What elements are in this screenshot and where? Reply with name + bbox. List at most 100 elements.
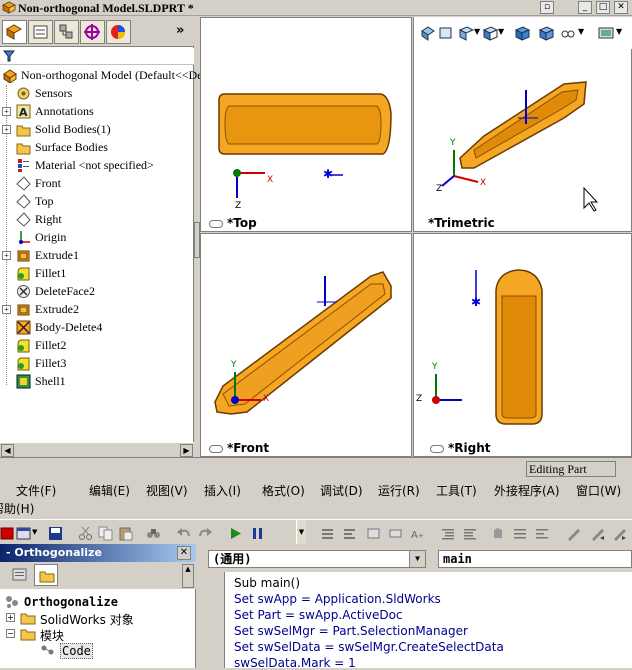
view-code-icon[interactable] xyxy=(12,567,28,583)
cut-icon[interactable] xyxy=(78,526,93,541)
hide-show-items-icon[interactable] xyxy=(560,25,576,41)
find-icon[interactable] xyxy=(146,526,161,541)
expand-icon[interactable]: + xyxy=(2,251,11,260)
tab-property-manager[interactable] xyxy=(28,20,53,44)
svg-text:+: + xyxy=(418,532,424,540)
dropdown-arrow-icon[interactable]: ▼ xyxy=(409,551,425,567)
list-properties-icon[interactable] xyxy=(320,526,335,541)
tree-item-label: Fillet2 xyxy=(35,338,67,352)
display-style-icon[interactable] xyxy=(514,25,530,41)
redo-icon[interactable] xyxy=(198,526,213,541)
tree-item-label: Material <not specified> xyxy=(35,158,154,172)
viewport-trimetric[interactable]: Y X Z *Trimetric xyxy=(413,17,632,232)
outdent-icon[interactable] xyxy=(462,526,477,541)
menu-item-4[interactable]: 格式(O) xyxy=(262,482,305,499)
feature-manager-panel: » Non-orthogonal Model (Default<<De Senso… xyxy=(0,17,203,457)
insert-userform-icon[interactable] xyxy=(16,526,31,541)
fillet-icon xyxy=(17,267,30,281)
extrude-icon xyxy=(17,250,30,262)
tree-item-label: Annotations xyxy=(35,104,94,118)
filter-icon[interactable] xyxy=(3,50,15,62)
more-tabs-button[interactable]: » xyxy=(176,23,184,38)
viewport-right[interactable]: ✱ Y Z *Right xyxy=(413,233,632,457)
menu-item-0[interactable]: 文件(F) xyxy=(16,482,56,499)
viewport-front[interactable]: Y X *Front xyxy=(200,233,412,457)
viewport-top[interactable]: ✱ X Z *Top xyxy=(200,17,412,232)
comment-block-icon[interactable] xyxy=(512,526,527,541)
tab-configuration-manager[interactable] xyxy=(54,20,79,44)
dropdown-arrow-icon[interactable]: ▼ xyxy=(616,27,622,36)
module-code-label: Code xyxy=(60,643,93,659)
shell-icon xyxy=(16,374,31,389)
copy-icon[interactable] xyxy=(98,526,113,541)
restore-down-button[interactable]: ▫ xyxy=(540,1,554,14)
section-view-icon[interactable] xyxy=(458,25,474,41)
undo-icon[interactable] xyxy=(176,526,191,541)
menu-item-3[interactable]: 插入(I) xyxy=(204,482,241,499)
object-combo[interactable]: (通用) ▼ xyxy=(208,550,426,568)
menu-item-9[interactable]: 窗口(W) xyxy=(576,482,621,499)
sensor-icon xyxy=(17,87,30,100)
feature-tree: Non-orthogonal Model (Default<<De Sensors… xyxy=(0,67,203,442)
menu-item-7[interactable]: 工具(T) xyxy=(436,482,477,499)
tab-feature-tree[interactable] xyxy=(2,20,27,44)
quick-info-icon[interactable] xyxy=(366,526,381,541)
previous-bookmark-icon[interactable] xyxy=(612,526,627,541)
solidworks-objects-label: SolidWorks 对象 xyxy=(40,613,134,627)
paste-icon[interactable] xyxy=(118,526,133,541)
appearance-icon[interactable] xyxy=(598,25,614,41)
status-mode: Editing Part xyxy=(526,461,616,477)
toggle-bookmark-icon[interactable] xyxy=(566,526,581,541)
maximize-button[interactable]: □ xyxy=(596,1,610,14)
save-icon[interactable] xyxy=(48,526,63,541)
procedure-combo[interactable]: main xyxy=(438,550,632,568)
collapse-icon[interactable]: − xyxy=(6,629,15,638)
uncomment-block-icon[interactable] xyxy=(534,526,549,541)
scroll-left-icon[interactable]: ◀ xyxy=(1,444,14,457)
previous-view-icon[interactable] xyxy=(438,25,454,41)
expand-icon[interactable]: + xyxy=(2,107,11,116)
code-line: Set Part = swApp.ActiveDoc xyxy=(234,608,403,622)
toolbar-chevron-icon[interactable]: ▼ xyxy=(296,520,306,546)
expand-icon[interactable]: + xyxy=(2,305,11,314)
tab-dimxpert-manager[interactable] xyxy=(80,20,105,44)
menu-item-10[interactable]: 帮助(H) xyxy=(0,500,34,517)
menu-item-2[interactable]: 视图(V) xyxy=(146,482,188,499)
next-bookmark-icon[interactable] xyxy=(590,526,605,541)
list-constants-icon[interactable] xyxy=(342,526,357,541)
parameter-info-icon[interactable] xyxy=(388,526,403,541)
top-view-model: ✱ xyxy=(218,93,392,198)
complete-word-icon[interactable]: A + xyxy=(410,526,425,541)
menu-item-5[interactable]: 调试(D) xyxy=(320,482,363,499)
menu-item-6[interactable]: 运行(R) xyxy=(378,482,420,499)
close-icon[interactable]: ✕ xyxy=(177,546,191,560)
view-solidworks-icon[interactable] xyxy=(0,526,15,541)
shaded-icon[interactable] xyxy=(538,25,554,41)
svg-text:A: A xyxy=(19,106,28,119)
axis-z-label: Z xyxy=(436,184,443,194)
run-icon[interactable] xyxy=(228,526,243,541)
menu-item-1[interactable]: 编辑(E) xyxy=(89,482,130,499)
toggle-breakpoint-icon[interactable] xyxy=(490,526,505,541)
zoom-to-fit-icon[interactable] xyxy=(420,25,436,41)
minimize-button[interactable]: _ xyxy=(578,1,592,14)
indent-icon[interactable] xyxy=(440,526,455,541)
dropdown-arrow-icon[interactable]: ▼ xyxy=(474,27,480,36)
close-button[interactable]: ✕ xyxy=(614,1,628,14)
extrude-icon xyxy=(17,304,30,316)
expand-icon[interactable]: + xyxy=(2,125,11,134)
view-orientation-icon[interactable] xyxy=(482,25,498,41)
code-editor[interactable]: Sub main() Set swApp = Application.SldWor… xyxy=(224,572,632,670)
dropdown-arrow-icon[interactable]: ▼ xyxy=(578,27,584,36)
dropdown-arrow-icon[interactable]: ▼ xyxy=(498,27,504,36)
toggle-folders-button[interactable] xyxy=(34,564,58,586)
scroll-right-icon[interactable]: ▶ xyxy=(180,444,193,457)
dropdown-arrow-icon[interactable]: ▼ xyxy=(32,528,37,536)
expand-icon[interactable]: + xyxy=(6,613,15,622)
horizontal-scrollbar[interactable]: ◀ ▶ xyxy=(0,442,194,457)
break-icon[interactable] xyxy=(250,526,265,541)
tab-display-manager[interactable] xyxy=(106,20,131,44)
feature-tree-icon xyxy=(5,24,23,40)
vertical-scrollbar[interactable]: ▲ xyxy=(182,564,194,588)
menu-item-8[interactable]: 外接程序(A) xyxy=(494,482,560,499)
